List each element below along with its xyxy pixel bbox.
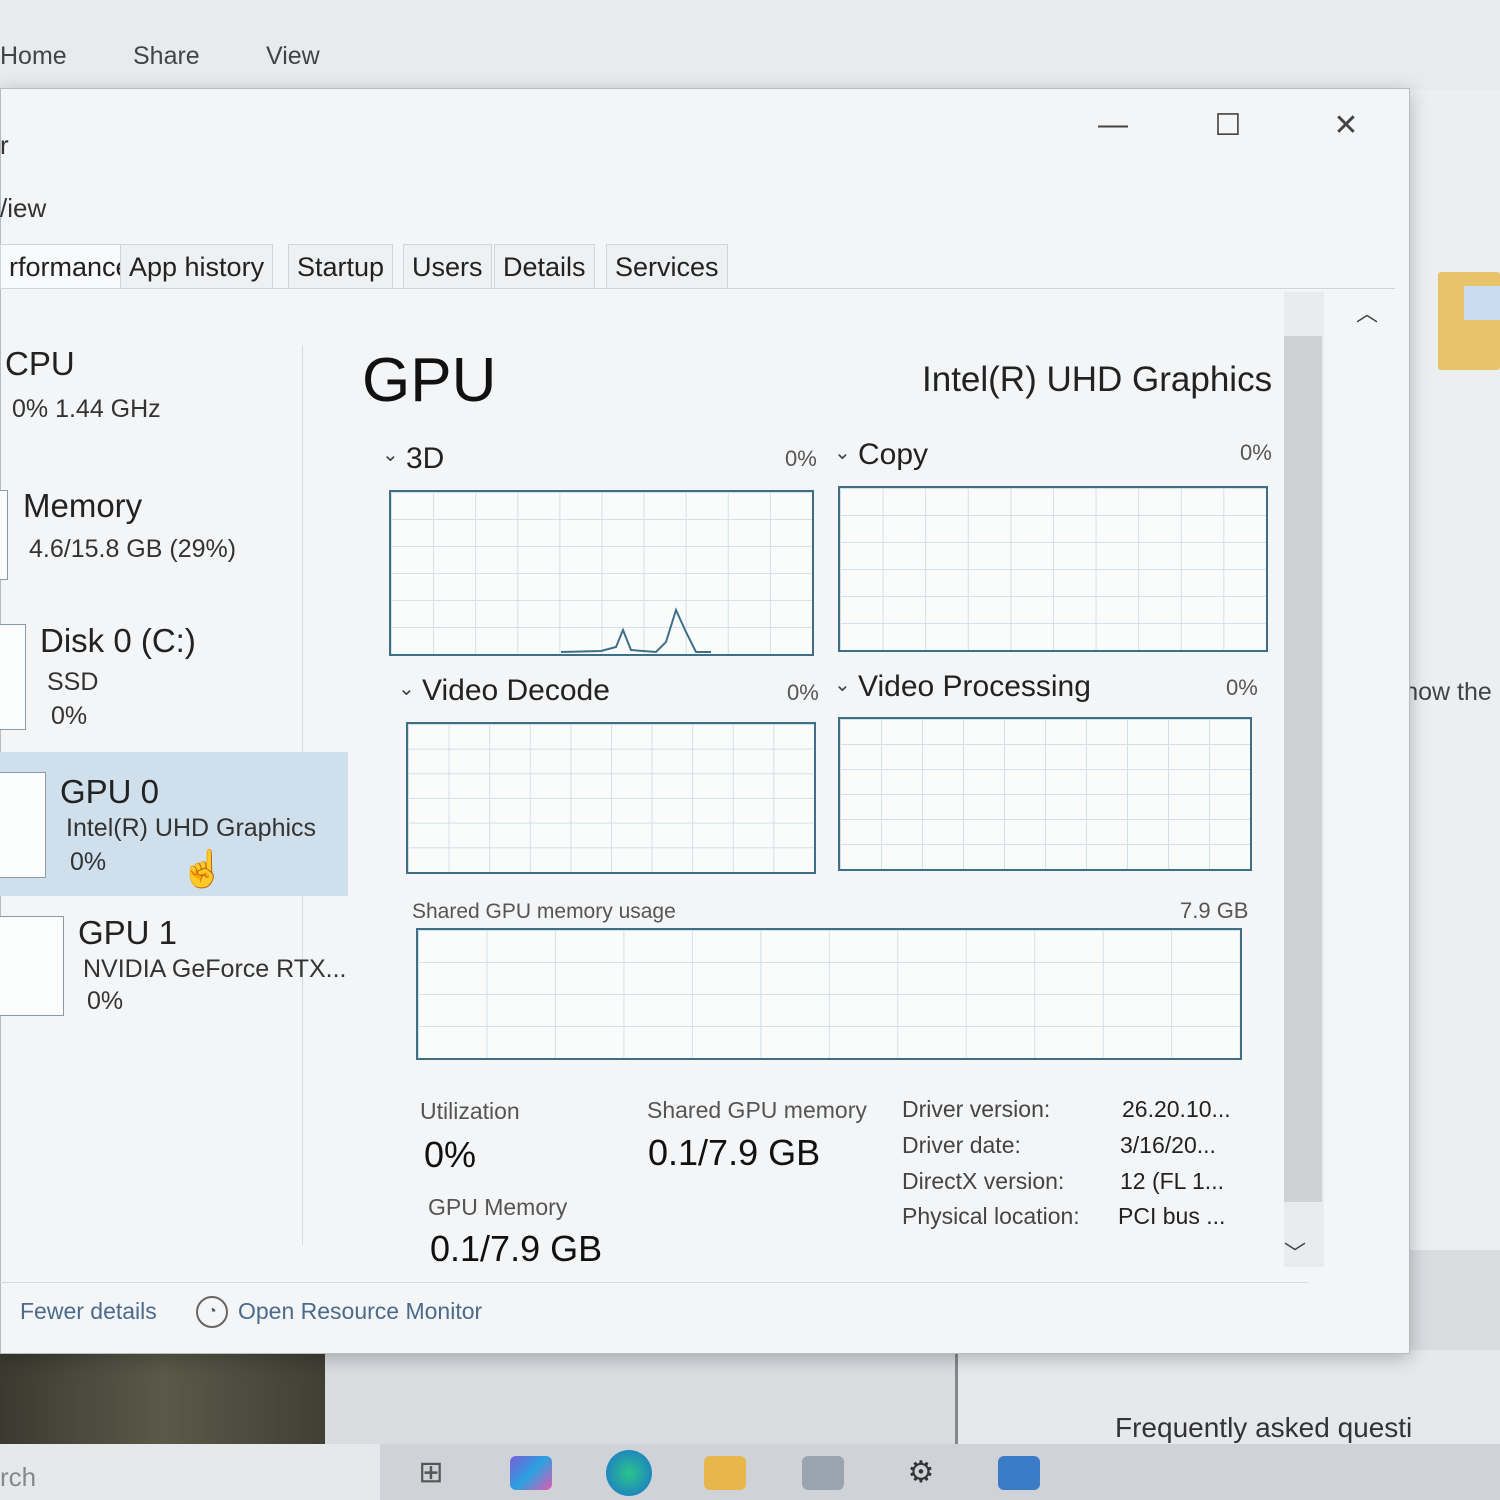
sidebar-item-disk-0[interactable]: Disk 0 (C:) SSD 0%	[0, 620, 348, 740]
footer-divider	[0, 1282, 1308, 1283]
settings-gear-icon[interactable]: ⚙	[900, 1456, 942, 1490]
graph-shared-memory[interactable]	[416, 928, 1242, 1060]
ribbon-tab-share[interactable]: Share	[133, 42, 200, 71]
sidebar-item-usage: 0%	[87, 987, 124, 1015]
explorer-content-pane	[1395, 90, 1500, 1250]
faq-heading: Frequently asked questi	[1115, 1412, 1413, 1443]
maximize-icon[interactable]: ☐	[1198, 108, 1258, 143]
chevron-down-icon[interactable]: ⌄	[834, 440, 851, 465]
graph-label-video-processing[interactable]: Video Processing	[858, 670, 1091, 704]
disk-thumbnail	[0, 624, 26, 730]
scroll-down-icon[interactable]: ﹀	[1284, 1236, 1306, 1268]
open-resource-monitor-link[interactable]: Open Resource Monitor	[238, 1298, 482, 1325]
gpu-memory-value: 0.1/7.9 GB	[430, 1228, 603, 1269]
sidebar-item-memory[interactable]: Memory 4.6/15.8 GB (29%)	[0, 485, 348, 595]
file-explorer-icon[interactable]	[704, 1456, 746, 1490]
directx-version-label: DirectX version:	[902, 1168, 1065, 1194]
edge-icon[interactable]	[606, 1450, 652, 1496]
tab-performance[interactable]: rformance	[0, 244, 140, 289]
gpu1-thumbnail	[0, 916, 64, 1016]
ribbon-tab-home[interactable]: Home	[0, 42, 67, 71]
graph-pct-video-decode: 0%	[787, 680, 819, 705]
driver-version-label: Driver version:	[902, 1096, 1051, 1122]
graph-3d[interactable]	[389, 490, 814, 656]
chevron-down-icon[interactable]: ⌄	[398, 676, 415, 701]
taskbar-search-box[interactable]	[0, 1444, 380, 1500]
gpu-model-name: Intel(R) UHD Graphics	[922, 360, 1273, 399]
tab-services[interactable]: Services	[606, 244, 728, 289]
graph-label-shared-memory: Shared GPU memory usage	[412, 900, 676, 923]
tabs-divider	[0, 288, 1395, 289]
sidebar-item-detail: 0% 1.44 GHz	[12, 395, 161, 423]
graph-max-shared-memory: 7.9 GB	[1180, 898, 1249, 923]
sidebar-item-detail: SSD	[47, 668, 99, 696]
utilization-value: 0%	[424, 1134, 477, 1175]
copilot-icon[interactable]	[510, 1456, 552, 1490]
graph-3d-line	[560, 607, 711, 654]
sidebar-item-title: Disk 0 (C:)	[40, 622, 196, 659]
photos-icon[interactable]	[802, 1456, 844, 1490]
driver-version-value: 26.20.10...	[1122, 1096, 1231, 1122]
sidebar-item-title: Memory	[23, 487, 143, 524]
hand-cursor-icon: ☝	[180, 848, 225, 889]
sidebar-item-detail: Intel(R) UHD Graphics	[66, 814, 317, 842]
chevron-down-icon[interactable]: ⌄	[382, 442, 399, 467]
sidebar-item-usage: 0%	[51, 702, 88, 730]
sidebar-item-title: GPU 0	[60, 773, 160, 810]
driver-date-value: 3/16/20...	[1120, 1132, 1216, 1158]
memory-thumbnail	[0, 490, 8, 580]
scrollbar-thumb[interactable]	[1284, 336, 1322, 1202]
explorer-ribbon	[0, 0, 1500, 91]
sidebar-item-usage: 0%	[70, 848, 107, 876]
sidebar-item-title: CPU	[5, 345, 75, 382]
sidebar-item-cpu[interactable]: CPU 0% 1.44 GHz	[0, 345, 348, 455]
folder-icon[interactable]	[1438, 272, 1500, 370]
scroll-up-icon[interactable]: ︿	[1356, 296, 1378, 328]
tab-startup[interactable]: Startup	[288, 244, 394, 289]
graph-pct-video-processing: 0%	[1226, 675, 1258, 700]
sidebar-item-detail: 4.6/15.8 GB (29%)	[29, 535, 237, 563]
sidebar-item-title: GPU 1	[78, 914, 178, 951]
app-store-icon[interactable]	[998, 1456, 1040, 1490]
physical-location-label: Physical location:	[902, 1203, 1080, 1229]
driver-date-label: Driver date:	[902, 1132, 1021, 1158]
utilization-label: Utilization	[420, 1098, 520, 1124]
tab-details[interactable]: Details	[494, 244, 595, 289]
graph-video-processing[interactable]	[838, 717, 1252, 871]
chevron-down-icon[interactable]: ⌄	[834, 672, 851, 697]
menu-view[interactable]: /iew	[0, 193, 46, 224]
shared-memory-value: 0.1/7.9 GB	[648, 1132, 821, 1173]
graph-pct-copy: 0%	[1240, 440, 1272, 465]
menu-file[interactable]: r	[0, 130, 9, 161]
page-title: GPU	[362, 346, 497, 415]
graph-copy[interactable]	[838, 486, 1268, 652]
graph-pct-3d: 0%	[785, 446, 817, 471]
minimize-icon[interactable]: —	[1083, 108, 1143, 142]
background-photo	[0, 1352, 325, 1444]
shared-memory-label: Shared GPU memory	[647, 1097, 867, 1123]
physical-location-value: PCI bus ...	[1118, 1203, 1226, 1229]
sidebar-item-gpu-1[interactable]: GPU 1 NVIDIA GeForce RTX... 0%	[0, 912, 348, 1022]
task-view-icon[interactable]: ⊞	[410, 1456, 452, 1490]
graph-label-video-decode[interactable]: Video Decode	[422, 674, 610, 708]
directx-version-value: 12 (FL 1...	[1120, 1168, 1224, 1194]
gpu-memory-label: GPU Memory	[428, 1194, 568, 1220]
sidebar-item-detail: NVIDIA GeForce RTX...	[83, 955, 347, 983]
ribbon-tab-view[interactable]: View	[266, 42, 320, 71]
resource-monitor-icon[interactable]: ◔	[196, 1296, 228, 1328]
tab-app-history[interactable]: App history	[120, 244, 274, 289]
graph-label-3d[interactable]: 3D	[406, 442, 444, 476]
tab-users[interactable]: Users	[403, 244, 492, 289]
sidebar-item-gpu-0[interactable]: GPU 0 Intel(R) UHD Graphics 0%	[0, 768, 348, 888]
taskbar-search-text: rch	[0, 1462, 37, 1492]
gpu0-thumbnail	[0, 772, 46, 878]
fewer-details-link[interactable]: Fewer details	[20, 1298, 157, 1325]
close-icon[interactable]: ✕	[1316, 108, 1376, 143]
graph-label-copy[interactable]: Copy	[858, 438, 928, 472]
graph-video-decode[interactable]	[406, 722, 816, 874]
